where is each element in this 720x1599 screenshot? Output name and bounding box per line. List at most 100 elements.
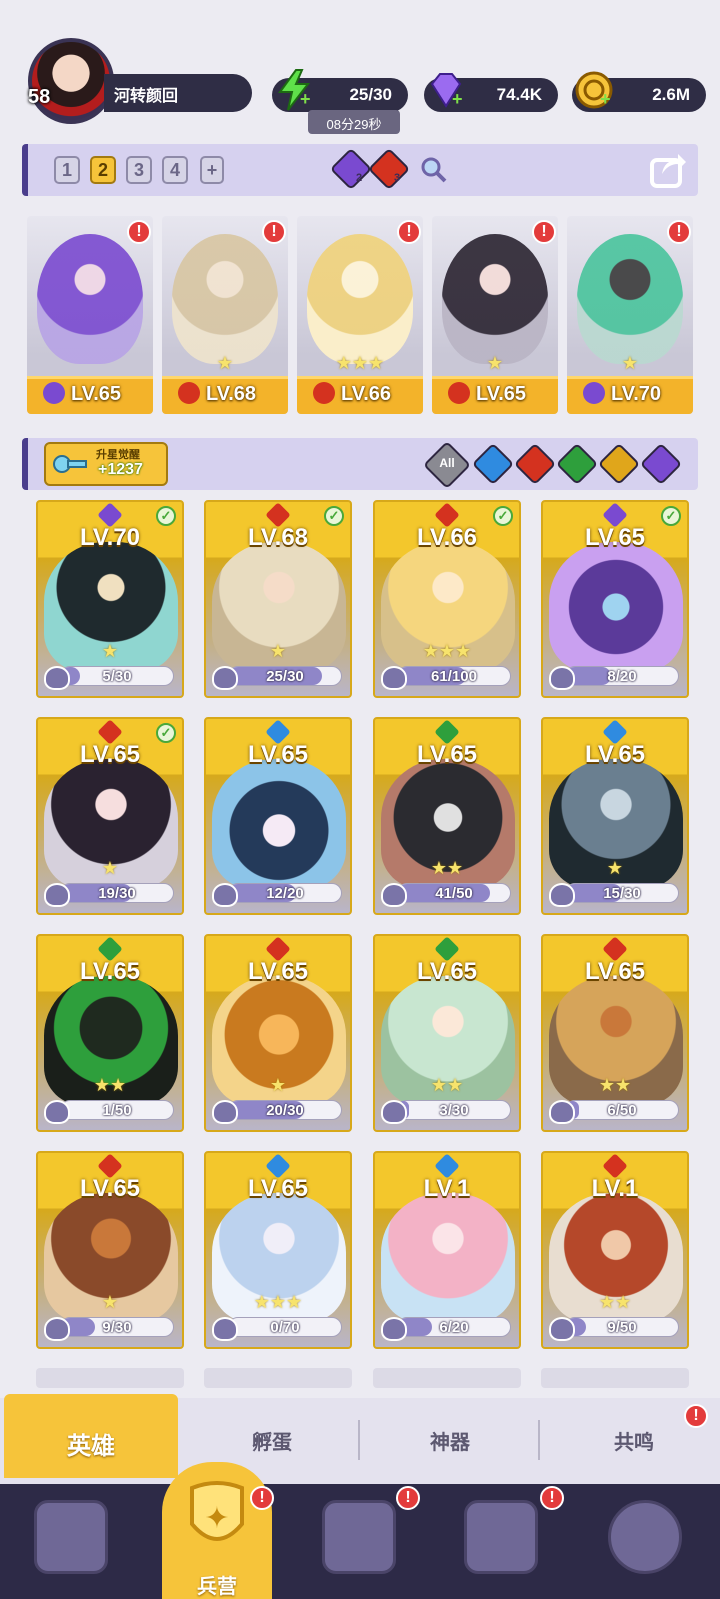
fire-element-icon xyxy=(448,382,470,404)
hero-card[interactable]: LV.65 ★★ 3/30 xyxy=(373,934,521,1132)
shard-progress-bar: 41/50 xyxy=(397,883,511,903)
shard-progress: 5/30 xyxy=(102,668,132,685)
check-icon: ✓ xyxy=(156,506,176,526)
player-name: 河转颜回 xyxy=(104,74,252,112)
hero-card[interactable]: LV.1 ★★ 9/50 xyxy=(541,1151,689,1349)
team-tab-4[interactable]: 4 xyxy=(162,156,188,184)
map-icon[interactable] xyxy=(322,1500,396,1574)
hero-card[interactable]: LV.1 6/20 xyxy=(373,1151,521,1349)
shard-progress-bar: 8/20 xyxy=(565,666,679,686)
hero-card[interactable]: LV.65 ★★★ 0/70 xyxy=(204,1151,352,1349)
team-member-4[interactable]: ★ LV.65 xyxy=(432,216,558,414)
coin-value: 2.6M xyxy=(652,85,690,104)
hero-stars: ★ xyxy=(269,1075,287,1095)
hero-portrait xyxy=(549,542,683,672)
tab-resonance[interactable]: 共鸣 xyxy=(574,1426,694,1455)
shard-progress: 1/50 xyxy=(102,1102,132,1119)
team-member-5[interactable]: ★ LV.70 xyxy=(567,216,693,414)
team-member-3[interactable]: ★★★ LV.66 xyxy=(297,216,423,414)
barracks-icon: ✦ xyxy=(190,1481,244,1541)
cards-icon[interactable] xyxy=(34,1500,108,1574)
shrine-icon[interactable] xyxy=(464,1500,538,1574)
hero-card[interactable]: LV.65 ★★ 41/50 xyxy=(373,717,521,915)
tab-heroes-label: 英雄 xyxy=(67,1433,115,1460)
awaken-value: +1237 xyxy=(98,461,143,478)
hero-card[interactable]: LV.65 ★ 9/30 xyxy=(36,1151,184,1349)
tab-hatch[interactable]: 孵蛋 xyxy=(212,1426,332,1455)
svg-text:✦: ✦ xyxy=(204,1501,229,1536)
add-gem-icon[interactable]: + xyxy=(452,90,466,108)
alert-icon: ! xyxy=(250,1486,274,1510)
team-tab-2[interactable]: 2 xyxy=(90,156,116,184)
hero-card[interactable]: ✓ LV.68 ★ 25/30 xyxy=(204,500,352,698)
nav-barracks-label: 兵营 xyxy=(197,1576,237,1598)
shard-progress: 6/20 xyxy=(439,1319,469,1336)
alert-icon: ! xyxy=(127,220,151,244)
hero-stars: ★★★ xyxy=(422,641,472,661)
member-stars: ★ xyxy=(486,353,504,373)
hero-card[interactable]: LV.65 ★ 20/30 xyxy=(204,934,352,1132)
hero-card[interactable]: ✓ LV.70 ★ 5/30 xyxy=(36,500,184,698)
alert-icon: ! xyxy=(532,220,556,244)
team-tab-1[interactable]: 1 xyxy=(54,156,80,184)
hero-portrait xyxy=(172,234,278,364)
shard-icon xyxy=(381,1317,407,1341)
hero-portrait xyxy=(577,234,683,364)
hero-card[interactable]: LV.65 12/20 xyxy=(204,717,352,915)
filter-all-label: All xyxy=(439,456,455,470)
hero-card[interactable]: ✓ LV.66 ★★★ 61/100 xyxy=(373,500,521,698)
shard-icon xyxy=(549,1100,575,1124)
add-energy-icon[interactable]: + xyxy=(300,90,314,108)
alert-icon: ! xyxy=(397,220,421,244)
hero-stars: ★★ xyxy=(430,858,464,878)
hero-portrait xyxy=(307,234,413,364)
shard-progress-bar: 12/20 xyxy=(228,883,342,903)
shard-progress-bar: 9/50 xyxy=(565,1317,679,1337)
hero-card[interactable]: ✓ LV.65 ★ 19/30 xyxy=(36,717,184,915)
hero-level: LV.65 xyxy=(79,1175,141,1202)
hero-card-partial xyxy=(36,1368,184,1388)
shard-progress: 41/50 xyxy=(435,885,473,902)
hero-level: LV.65 xyxy=(79,958,141,985)
hero-level: LV.65 xyxy=(247,1175,309,1202)
shard-progress: 61/100 xyxy=(431,668,477,685)
shard-progress-bar: 19/30 xyxy=(60,883,174,903)
tab-artifact[interactable]: 神器 xyxy=(390,1426,510,1455)
share-icon[interactable] xyxy=(648,150,688,190)
shard-icon xyxy=(212,666,238,690)
team-member-2[interactable]: ★ LV.68 xyxy=(162,216,288,414)
add-team-button[interactable]: + xyxy=(200,156,224,184)
hero-level: LV.65 xyxy=(79,741,141,768)
team-member-1[interactable]: LV.65 xyxy=(27,216,153,414)
hero-stars: ★★ xyxy=(598,1292,632,1312)
shard-progress: 20/30 xyxy=(266,1102,304,1119)
hero-card[interactable]: LV.65 ★★ 1/50 xyxy=(36,934,184,1132)
dark-element-icon xyxy=(583,382,605,404)
member-level: LV.65 xyxy=(71,383,122,405)
shard-progress-bar: 6/20 xyxy=(397,1317,511,1337)
shard-icon xyxy=(381,666,407,690)
fire-element-icon xyxy=(178,382,200,404)
shard-icon xyxy=(381,1100,407,1124)
hero-card[interactable]: ✓ LV.65 8/20 xyxy=(541,500,689,698)
shard-progress: 12/20 xyxy=(266,885,304,902)
energy-value: 25/30 xyxy=(349,85,392,104)
hero-stars: ★★★ xyxy=(253,1292,303,1312)
hero-level: LV.70 xyxy=(79,524,141,551)
hero-card[interactable]: LV.65 ★ 15/30 xyxy=(541,717,689,915)
member-level: LV.70 xyxy=(611,383,662,405)
shard-progress: 9/50 xyxy=(607,1319,637,1336)
shard-progress: 15/30 xyxy=(603,885,641,902)
hero-card[interactable]: LV.65 ★★ 6/50 xyxy=(541,934,689,1132)
shard-progress: 3/30 xyxy=(439,1102,469,1119)
shard-progress: 6/50 xyxy=(607,1102,637,1119)
search-icon[interactable] xyxy=(418,154,448,184)
member-stars: ★★★ xyxy=(335,353,385,373)
shard-icon xyxy=(44,1317,70,1341)
team-tab-3[interactable]: 3 xyxy=(126,156,152,184)
check-icon: ✓ xyxy=(324,506,344,526)
add-coin-icon[interactable]: + xyxy=(600,90,614,108)
hero-level: LV.65 xyxy=(584,741,646,768)
guild-icon[interactable] xyxy=(608,1500,682,1574)
shard-icon xyxy=(212,1100,238,1124)
